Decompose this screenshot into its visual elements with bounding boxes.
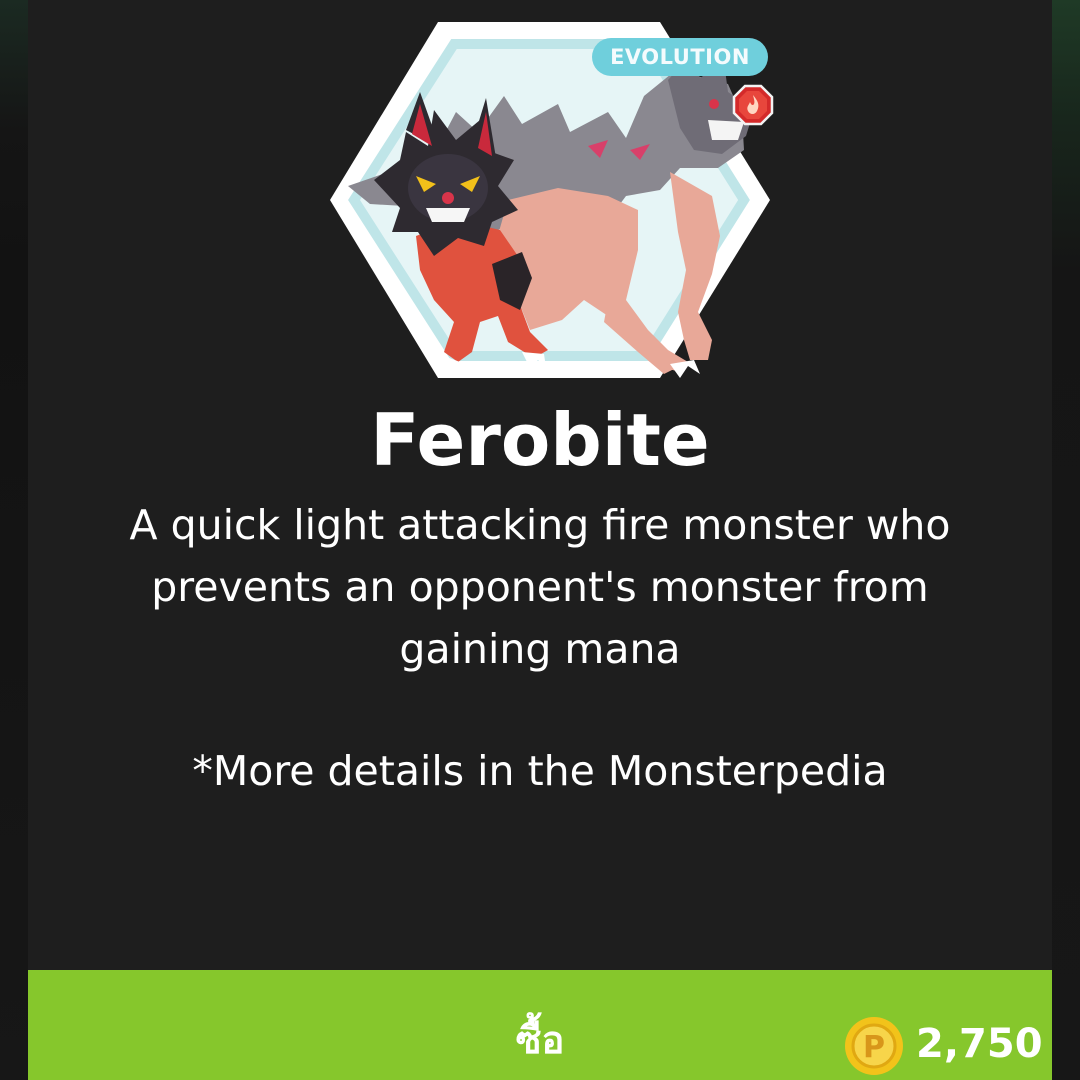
- backdrop-left: [0, 0, 28, 1080]
- fire-gem-icon: [732, 84, 774, 126]
- coin-symbol: P: [863, 1030, 885, 1065]
- coin-icon: P: [845, 1017, 903, 1075]
- monster-name: Ferobite: [370, 398, 710, 482]
- evolution-badge: EVOLUTION: [592, 38, 768, 76]
- buy-button[interactable]: ซื้อ P 2,750: [28, 970, 1052, 1080]
- monster-description: A quick light attacking fire monster who…: [129, 501, 951, 673]
- backdrop-right: [1052, 0, 1080, 1080]
- buy-button-label: ซื้อ: [515, 1018, 565, 1062]
- monster-detail-panel: EVOLUTION Ferobite A quick light attacki…: [28, 0, 1052, 1080]
- monsterpedia-note: *More details in the Monsterpedia: [192, 747, 888, 795]
- price-label: 2,750: [916, 1021, 1043, 1067]
